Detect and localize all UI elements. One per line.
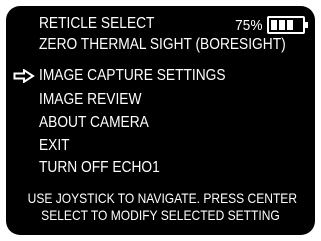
menu-item-reticle-select[interactable]: RETICLE SELECT — [39, 14, 154, 34]
menu-item-image-capture-settings[interactable]: IMAGE CAPTURE SETTINGS — [39, 66, 226, 86]
menu-item-zero-thermal-sight[interactable]: ZERO THERMAL SIGHT (BORESIGHT) — [39, 35, 286, 55]
device-screen: 75% RETICLE SELECT ZERO THERMAL SIGHT (B… — [6, 6, 315, 235]
menu-item-image-review[interactable]: IMAGE REVIEW — [39, 90, 141, 110]
help-text: USE JOYSTICK TO NAVIGATE. PRESS CENTER S… — [6, 190, 315, 224]
battery-cell — [295, 20, 301, 30]
battery-percent: 75% — [235, 16, 263, 34]
battery-status: 75% — [232, 16, 308, 34]
battery-icon — [267, 16, 308, 34]
battery-cell — [287, 20, 293, 30]
help-line-1: USE JOYSTICK TO NAVIGATE. PRESS CENTER — [27, 190, 298, 206]
battery-cell — [271, 20, 277, 30]
help-line-2: SELECT TO MODIFY SELECTED SETTING — [41, 207, 280, 223]
battery-cell — [279, 20, 285, 30]
menu-item-exit[interactable]: EXIT — [39, 136, 70, 156]
arrow-right-icon — [13, 69, 35, 83]
menu-item-turn-off[interactable]: TURN OFF ECHO1 — [39, 158, 160, 178]
battery-terminal — [305, 22, 308, 28]
menu-item-about-camera[interactable]: ABOUT CAMERA — [39, 113, 149, 133]
